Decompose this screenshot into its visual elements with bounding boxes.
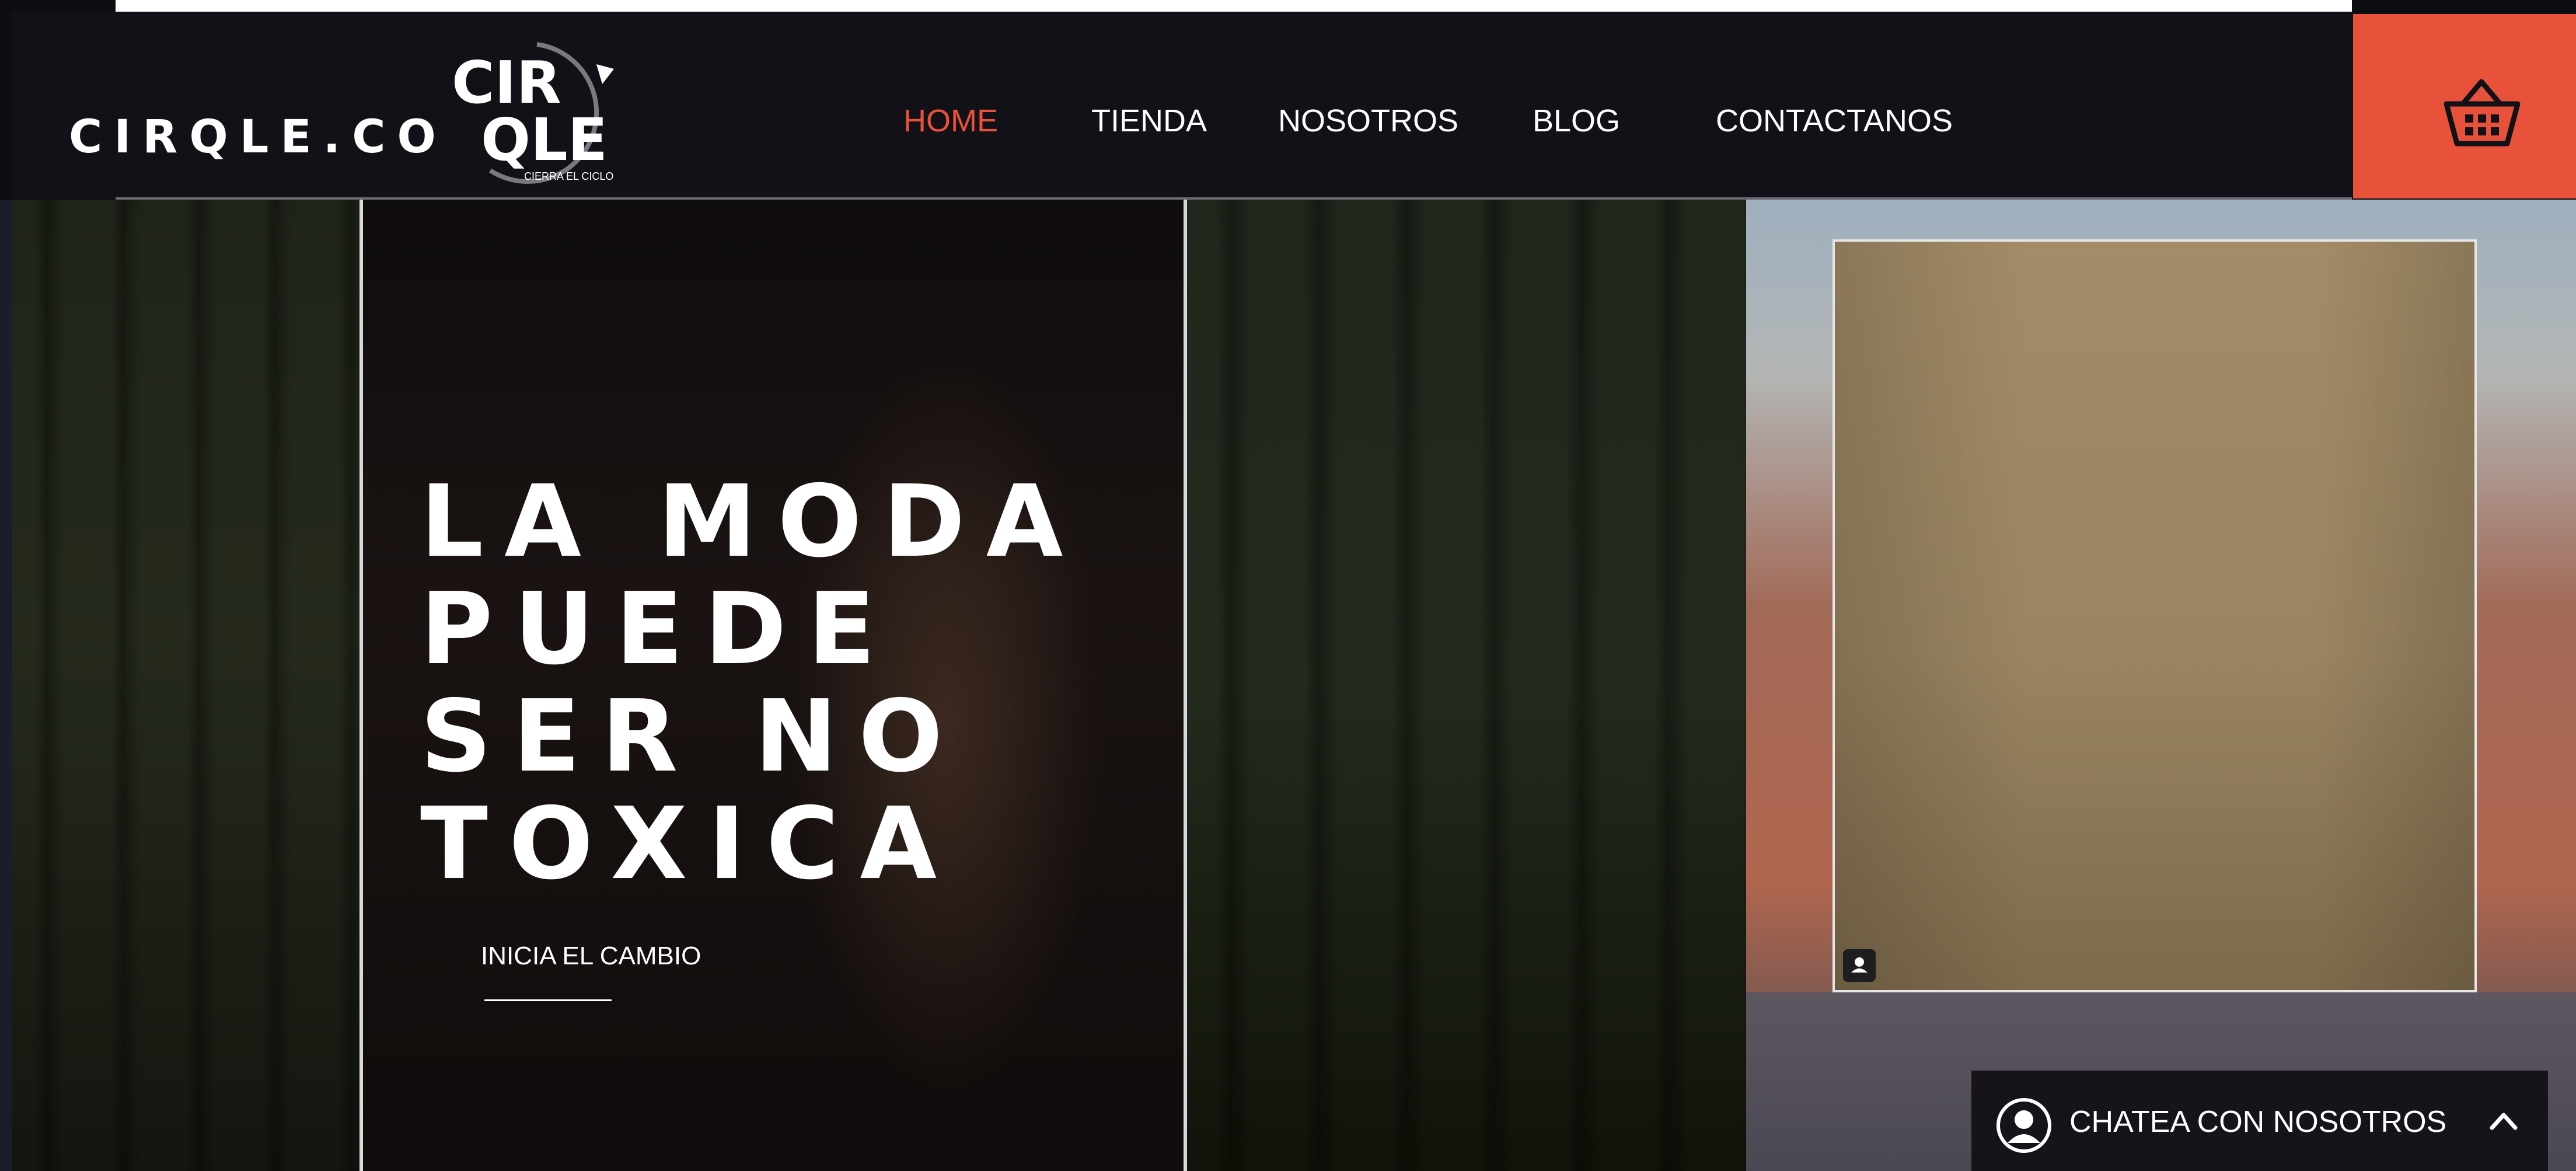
cta-underline [484, 999, 612, 1001]
top-strip-white [116, 0, 2352, 12]
logo-line-2: QLE [481, 106, 608, 174]
cirqle-logo[interactable]: CIR QLE CIERRA EL CICLO [449, 36, 630, 188]
edge-panel [0, 200, 12, 1171]
top-strip [0, 0, 2576, 12]
chat-widget[interactable]: CHATEA CON NOSOTROS [1971, 1071, 2548, 1171]
hero-title-line: TOXICA [420, 786, 958, 902]
brand-name[interactable]: CIRQLE.CO [69, 114, 448, 160]
header-divider [116, 197, 2352, 200]
hero-title-line: LA MODA [420, 464, 1084, 580]
hero-photo-middle [1187, 200, 1746, 1171]
nav-nosotros[interactable]: NOSOTROS [1278, 105, 1458, 137]
logo-tagline: CIERRA EL CICLO [524, 170, 613, 182]
cart-button[interactable] [2353, 14, 2576, 198]
hero-title: LA MODA PUEDE SER NO TOXICA [420, 468, 1084, 898]
nav-blog[interactable]: BLOG [1533, 105, 1620, 137]
chat-label: CHATEA CON NOSOTROS [2069, 1105, 2447, 1139]
nav-contactanos[interactable]: CONTACTANOS [1716, 105, 1953, 137]
cta-button[interactable]: INICIA EL CAMBIO [481, 943, 701, 969]
user-avatar-icon [1996, 1098, 2051, 1153]
person-badge-icon[interactable] [1843, 949, 1876, 982]
framed-photo [1832, 239, 2477, 992]
nav-tienda[interactable]: TIENDA [1091, 105, 1207, 137]
page: CIRQLE.CO CIR QLE CIERRA EL CICLO HOME T… [0, 0, 2576, 1171]
hero-title-line: SER NO [420, 679, 964, 794]
curtain-panel-left [12, 200, 359, 1171]
chevron-up-icon[interactable] [2487, 1104, 2520, 1137]
hero-title-line: PUEDE [420, 571, 897, 687]
nav-home[interactable]: HOME [903, 105, 998, 137]
shopping-basket-icon [2444, 79, 2521, 147]
